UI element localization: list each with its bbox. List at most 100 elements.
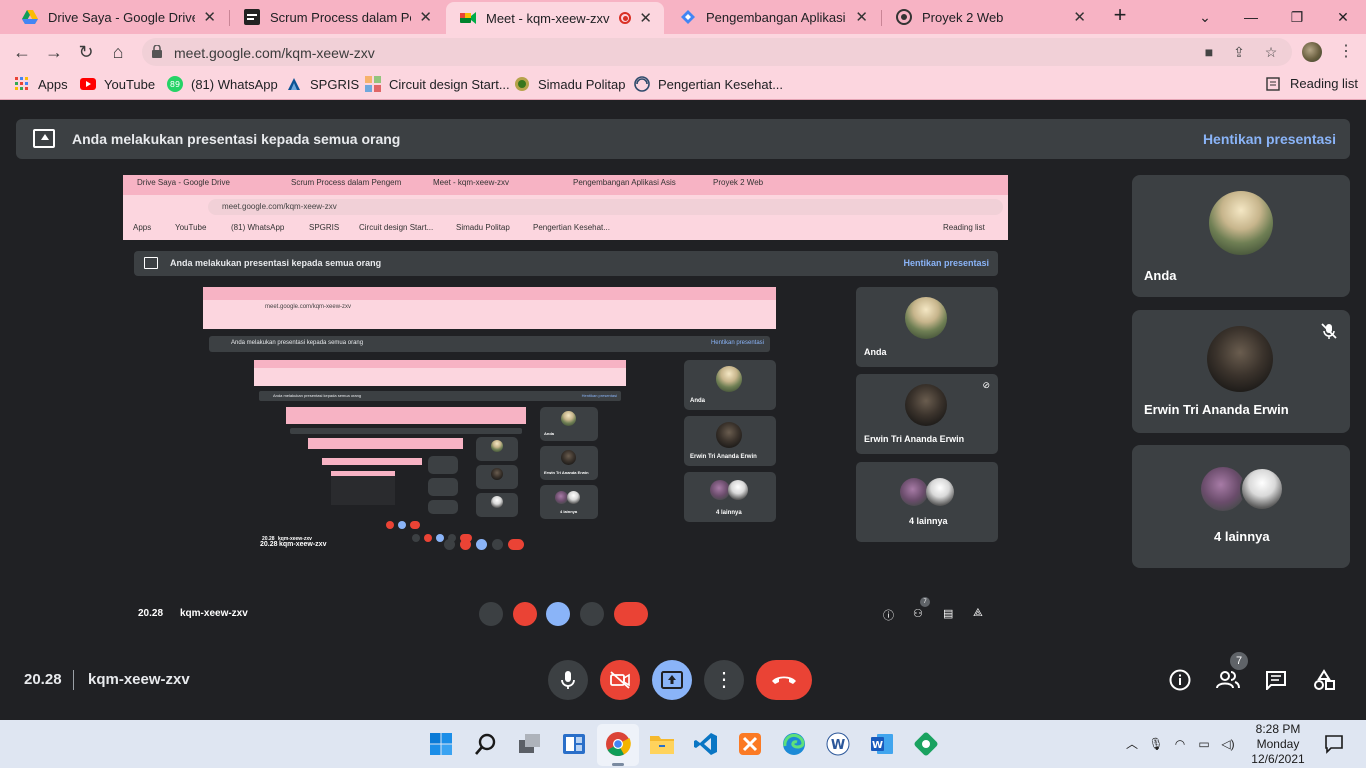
task-view-icon [519,734,540,753]
new-tab-button[interactable]: + [1108,4,1132,28]
tab-title: Scrum Process dalam Pengem [270,9,411,25]
tab-pengembangan-aplikasi[interactable]: Pengembangan Aplikasi Asis ✕ [666,0,880,34]
reload-button[interactable]: ↻ [74,40,98,64]
word-button[interactable]: W [868,730,896,758]
task-view-button[interactable] [516,730,544,758]
tab-proyek-2-web[interactable]: Proyek 2 Web ✕ [882,0,1098,34]
leave-call-button[interactable] [756,660,812,700]
arrow-right-icon: → [45,42,63,62]
nested-tab: Proyek 2 Web [713,178,764,187]
close-tab-icon[interactable]: ✕ [203,8,216,26]
forward-button[interactable]: → [42,40,66,64]
participant-name: 4 lainnya [1214,529,1270,544]
xampp-button[interactable] [736,730,764,758]
show-hidden-icons-button[interactable]: ︿ [1124,736,1140,752]
nested-stop-text: Hentikan presentasi [903,258,989,268]
tab-google-meet[interactable]: Meet - kqm-xeew-zxv ✕ [446,2,664,34]
chrome-taskbar-button[interactable] [604,730,632,758]
participant-tile-anda[interactable]: Anda [1132,175,1350,297]
edge-button[interactable] [780,730,808,758]
search-button[interactable] [472,730,500,758]
bookmark-circuit-design[interactable]: Circuit design Start... [365,76,510,92]
people-icon: ⚇ [913,608,923,620]
nested-tab: Drive Saya - Google Drive [137,178,230,187]
close-tab-icon[interactable]: ✕ [419,8,432,26]
simadu-icon [515,77,529,91]
tab-title: Meet - kqm-xeew-zxv [486,10,610,26]
browser-tab-strip: Drive Saya - Google Drive ✕ Scrum Proces… [0,0,1366,34]
notification-icon [1325,735,1343,754]
reading-list-button[interactable]: Reading list [1266,76,1358,91]
minimize-button[interactable]: — [1228,0,1274,34]
presenting-banner: Anda melakukan presentasi kepada semua o… [16,119,1350,159]
bookmarks-bar: Apps YouTube 89 (81) WhatsApp SPGRIS Cir… [0,70,1366,100]
bookmark-whatsapp[interactable]: 89 (81) WhatsApp [167,76,278,92]
arrow-left-icon: ← [13,42,31,62]
bookmark-star-icon[interactable]: ☆ [1262,43,1280,61]
nested-bookmark: Pengertian Kesehat... [533,223,610,232]
avatar [1209,191,1273,255]
nested-bookmark: Simadu Politap [456,223,510,232]
nested-presentation-2: meet.google.com/kqm-xeew-zxv Anda melaku… [203,287,776,587]
profile-avatar[interactable] [1302,42,1322,62]
bookmark-pengertian[interactable]: Pengertian Kesehat... [634,76,783,92]
close-window-button[interactable]: ✕ [1320,0,1366,34]
close-tab-icon[interactable]: ✕ [855,8,868,26]
stop-presenting-button[interactable]: Hentikan presentasi [1203,131,1336,147]
tab-google-drive[interactable]: Drive Saya - Google Drive ✕ [8,0,228,34]
present-now-button[interactable] [652,660,692,700]
tab-scrum-process[interactable]: Scrum Process dalam Pengem ✕ [230,0,444,34]
address-bar[interactable]: meet.google.com/kqm-xeew-zxv ■ ⇪ ☆ [142,38,1292,66]
bookmark-label: Circuit design Start... [389,76,510,92]
browser-menu-icon[interactable]: ⋮ [1336,42,1356,62]
nested-url: meet.google.com/kqm-xeew-zxv [265,304,352,310]
chevron-down-icon: ⌄ [1199,8,1211,25]
svg-text:89: 89 [170,80,180,89]
microphone-tray-icon[interactable]: 🎙︎ [1148,736,1164,752]
bookmark-apps[interactable]: Apps [14,76,68,92]
share-icon[interactable]: ⇪ [1230,43,1248,61]
word-icon: W [871,734,893,754]
widgets-button[interactable] [560,730,588,758]
bookmark-label: Pengertian Kesehat... [658,76,784,92]
restore-button[interactable]: ❐ [1274,0,1320,34]
participant-tile-erwin[interactable]: Erwin Tri Ananda Erwin [1132,310,1350,433]
notifications-button[interactable] [1320,730,1348,758]
camera-icon[interactable]: ■ [1200,43,1218,61]
avatar [1201,467,1245,511]
system-clock[interactable]: 8:28 PM Monday 12/6/2021 [1250,722,1306,767]
meeting-details-button[interactable] [1168,668,1192,692]
home-button[interactable]: ⌂ [106,40,130,64]
people-icon [1216,671,1240,689]
microphone-button[interactable] [548,660,588,700]
bookmark-label: Apps [38,76,68,92]
activities-button[interactable] [1312,668,1336,692]
nested-reading-list: Reading list [943,223,985,232]
word-online-button[interactable]: W [824,730,852,758]
volume-icon[interactable]: ◁) [1220,736,1236,752]
snip-button[interactable] [912,730,940,758]
bookmark-youtube[interactable]: YouTube [80,76,155,92]
camera-off-button[interactable] [600,660,640,700]
bookmark-spgris[interactable]: SPGRIS [286,76,359,92]
reload-icon: ↻ [78,42,94,62]
close-tab-icon[interactable]: ✕ [639,9,652,27]
info-icon [1169,669,1191,691]
activities-icon: ⟁ [973,607,983,619]
battery-icon[interactable]: ▭ [1196,736,1212,752]
bookmark-simadu[interactable]: Simadu Politap [514,76,625,92]
wifi-icon[interactable]: ◠ [1172,736,1188,752]
more-options-button[interactable]: ⋮ [704,660,744,700]
start-button[interactable] [427,730,455,758]
nested-presentation-7 [331,471,395,505]
file-explorer-button[interactable] [648,730,676,758]
participant-tile-others[interactable]: 4 lainnya [1132,445,1350,568]
close-tab-icon[interactable]: ✕ [1073,8,1086,26]
show-everyone-button[interactable] [1216,668,1240,692]
present-screen-icon [33,129,55,148]
tab-search-button[interactable]: ⌄ [1182,0,1228,34]
vscode-button[interactable] [692,730,720,758]
back-button[interactable]: ← [10,40,34,64]
participant-tile: 4 lainnya [540,485,598,519]
chat-button[interactable] [1264,668,1288,692]
